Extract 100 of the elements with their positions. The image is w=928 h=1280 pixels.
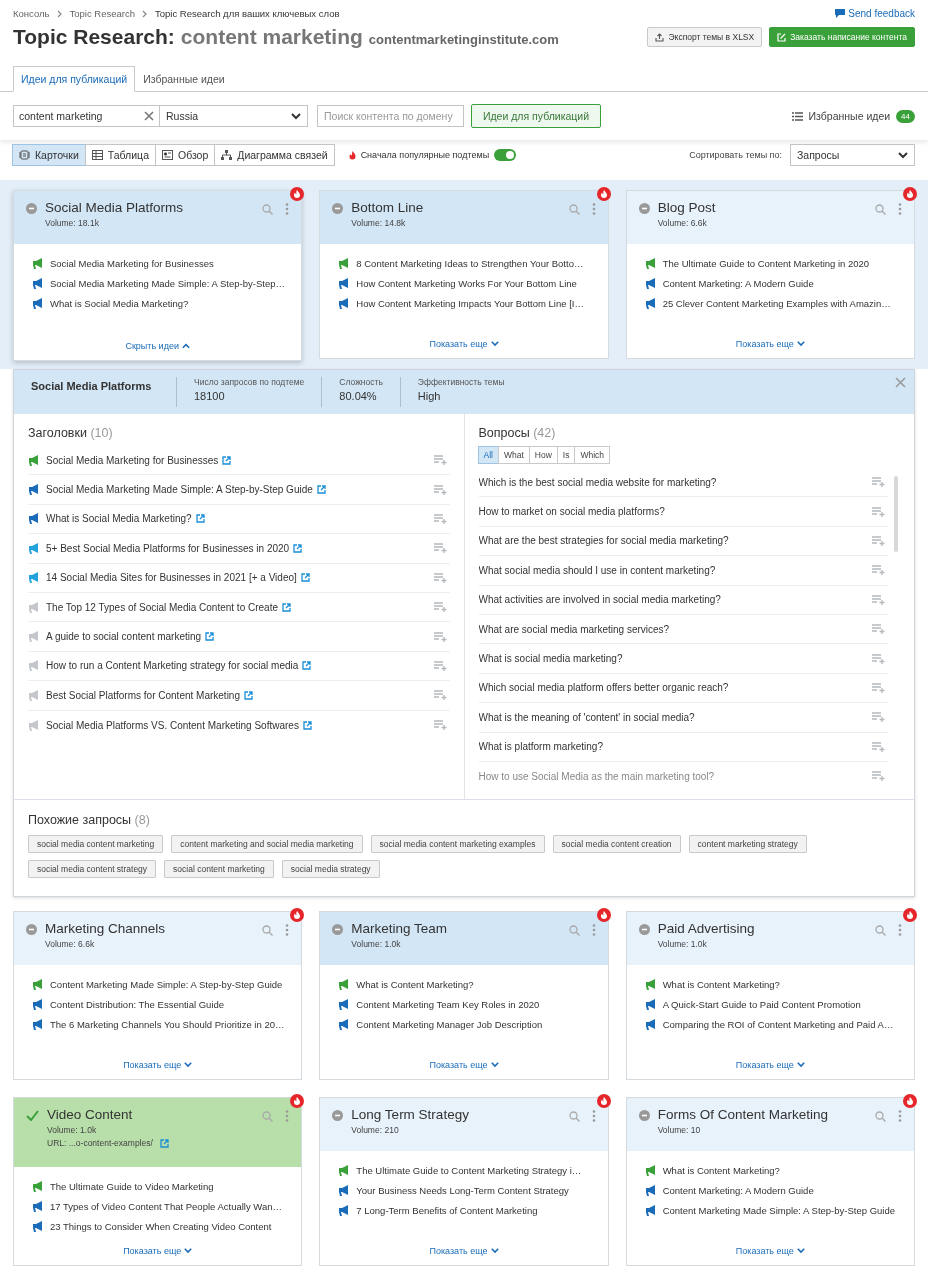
idea-title[interactable]: The Ultimate Guide to Content Marketing Strategy i…: [356, 1165, 582, 1176]
headline-link[interactable]: The Top 12 Types of Social Media Content to Create: [46, 601, 278, 613]
add-to-list-icon[interactable]: [433, 484, 447, 495]
add-to-list-icon[interactable]: [433, 660, 447, 671]
add-to-list-icon[interactable]: [872, 741, 885, 752]
add-to-list-icon[interactable]: [433, 690, 447, 701]
headline-link[interactable]: Social Media Marketing for Businesses: [46, 454, 219, 466]
idea-title[interactable]: The 6 Marketing Channels You Should Prioritize in 20…: [50, 1019, 285, 1030]
toggle-switch[interactable]: [494, 149, 517, 161]
headline-link[interactable]: Social Media Marketing Made Simple: A Step-by-Step Guide: [46, 484, 313, 496]
headline-link[interactable]: How to run a Content Marketing strategy for social media: [46, 660, 299, 672]
external-link-icon[interactable]: [300, 573, 310, 583]
view-toggle[interactable]: Таблица: [84, 144, 156, 166]
feedback-link[interactable]: Send feedback: [848, 8, 915, 19]
search-icon[interactable]: [568, 924, 580, 936]
add-to-list-icon[interactable]: [433, 455, 447, 466]
external-link-icon[interactable]: [205, 632, 215, 642]
idea-title[interactable]: 8 Content Marketing Ideas to Strengthen Your Botto…: [356, 258, 584, 269]
search-icon[interactable]: [262, 924, 274, 936]
filter-tab[interactable]: Which: [574, 446, 611, 464]
headline-link[interactable]: Social Media Platforms VS. Content Marketing Softwares: [46, 719, 299, 731]
idea-title[interactable]: How Content Marketing Works For Your Bottom Line: [356, 278, 577, 289]
breadcrumb[interactable]: Topic Research: [69, 8, 135, 19]
minus-circle-icon[interactable]: [638, 1110, 650, 1121]
filter-tab[interactable]: How: [528, 446, 558, 464]
external-link-icon[interactable]: [293, 543, 303, 553]
favorites-link[interactable]: Избранные идеи: [808, 110, 891, 122]
query-chip[interactable]: social content marketing: [164, 860, 274, 878]
more-icon[interactable]: [591, 924, 596, 936]
show-more-link[interactable]: Показать еще: [117, 1059, 199, 1071]
more-icon[interactable]: [591, 203, 596, 215]
idea-title[interactable]: Content Marketing Made Simple: A Step-by-Step Guide: [50, 979, 283, 990]
clear-icon[interactable]: [144, 111, 154, 121]
show-more-link[interactable]: Показать еще: [423, 338, 505, 350]
query-chip[interactable]: social media content marketing: [28, 835, 164, 853]
idea-title[interactable]: Content Marketing: A Modern Guide: [662, 278, 814, 289]
search-icon[interactable]: [568, 1110, 580, 1122]
idea-title[interactable]: What is Content Marketing?: [662, 1165, 780, 1176]
search-icon[interactable]: [262, 203, 274, 215]
search-icon[interactable]: [568, 203, 580, 215]
idea-title[interactable]: What is Social Media Marketing?: [50, 298, 189, 309]
idea-title[interactable]: What is Content Marketing?: [662, 979, 780, 990]
add-to-list-icon[interactable]: [872, 477, 885, 488]
add-to-list-icon[interactable]: [433, 631, 447, 642]
minus-circle-icon[interactable]: [332, 203, 344, 214]
headline-link[interactable]: What is Social Media Marketing?: [46, 513, 192, 525]
idea-title[interactable]: Comparing the ROI of Content Marketing and Paid A…: [662, 1019, 894, 1030]
minus-circle-icon[interactable]: [26, 924, 37, 935]
search-icon[interactable]: [262, 1110, 274, 1122]
query-chip[interactable]: social media content marketing examples: [370, 835, 545, 853]
idea-title[interactable]: What is Content Marketing?: [356, 979, 474, 990]
idea-title[interactable]: 25 Clever Content Marketing Examples with Amazin…: [662, 298, 891, 309]
tab[interactable]: Избранные идеи: [135, 66, 233, 92]
hide-ideas-link[interactable]: Скрыть идеи: [119, 340, 196, 352]
add-to-list-icon[interactable]: [872, 506, 885, 517]
external-link-icon[interactable]: [195, 514, 205, 524]
show-more-link[interactable]: Показать еще: [729, 1245, 811, 1257]
minus-circle-icon[interactable]: [26, 203, 37, 214]
more-icon[interactable]: [285, 203, 290, 215]
add-to-list-icon[interactable]: [433, 720, 447, 731]
list-icon[interactable]: [791, 111, 803, 121]
idea-title[interactable]: 7 Long-Term Benefits of Content Marketing: [356, 1205, 538, 1216]
idea-title[interactable]: The Ultimate Guide to Content Marketing in 2020: [662, 258, 870, 269]
more-icon[interactable]: [285, 924, 290, 936]
query-chip[interactable]: content marketing strategy: [688, 835, 807, 853]
add-to-list-icon[interactable]: [872, 565, 885, 576]
minus-circle-icon[interactable]: [638, 203, 650, 214]
external-link-icon[interactable]: [222, 455, 232, 465]
search-icon[interactable]: [875, 924, 886, 936]
external-link-icon[interactable]: [282, 602, 291, 612]
external-link-icon[interactable]: [302, 720, 312, 730]
view-toggle[interactable]: Обзор: [154, 144, 216, 166]
more-icon[interactable]: [898, 924, 902, 936]
idea-title[interactable]: 23 Things to Consider When Creating Video Content: [50, 1221, 272, 1232]
more-icon[interactable]: [285, 1110, 290, 1122]
query-chip[interactable]: content marketing and social media marketing: [171, 835, 363, 853]
idea-title[interactable]: The Ultimate Guide to Video Marketing: [50, 1181, 214, 1192]
idea-title[interactable]: How Content Marketing Impacts Your Bottom Line [I…: [356, 298, 584, 309]
sort-dropdown[interactable]: Запросы: [790, 144, 915, 166]
add-to-list-icon[interactable]: [433, 602, 447, 613]
idea-title[interactable]: Social Media Marketing for Businesses: [50, 258, 214, 269]
show-more-link[interactable]: Показать еще: [117, 1245, 199, 1257]
more-icon[interactable]: [591, 1110, 596, 1122]
idea-title[interactable]: 17 Types of Video Content That People Actually Wan…: [50, 1201, 283, 1212]
show-more-link[interactable]: Показать еще: [423, 1245, 505, 1257]
external-link-icon[interactable]: [302, 661, 312, 671]
headline-link[interactable]: Best Social Platforms for Content Marketing: [46, 689, 240, 701]
idea-title[interactable]: Content Marketing Team Key Roles in 2020: [356, 999, 540, 1010]
check-icon[interactable]: [26, 1110, 39, 1121]
ideas-button[interactable]: Идеи для публикаций: [471, 104, 601, 128]
query-chip[interactable]: social media strategy: [281, 860, 380, 878]
query-chip[interactable]: social media content creation: [552, 835, 681, 853]
filter-tab[interactable]: All: [477, 446, 499, 464]
add-to-list-icon[interactable]: [872, 712, 885, 723]
minus-circle-icon[interactable]: [332, 1110, 344, 1121]
scrollbar[interactable]: [894, 476, 898, 552]
country-dropdown[interactable]: Russia: [160, 105, 308, 127]
show-more-link[interactable]: Показать еще: [423, 1059, 505, 1071]
breadcrumb[interactable]: Консоль: [13, 8, 50, 19]
query-chip[interactable]: social media content strategy: [28, 860, 157, 878]
